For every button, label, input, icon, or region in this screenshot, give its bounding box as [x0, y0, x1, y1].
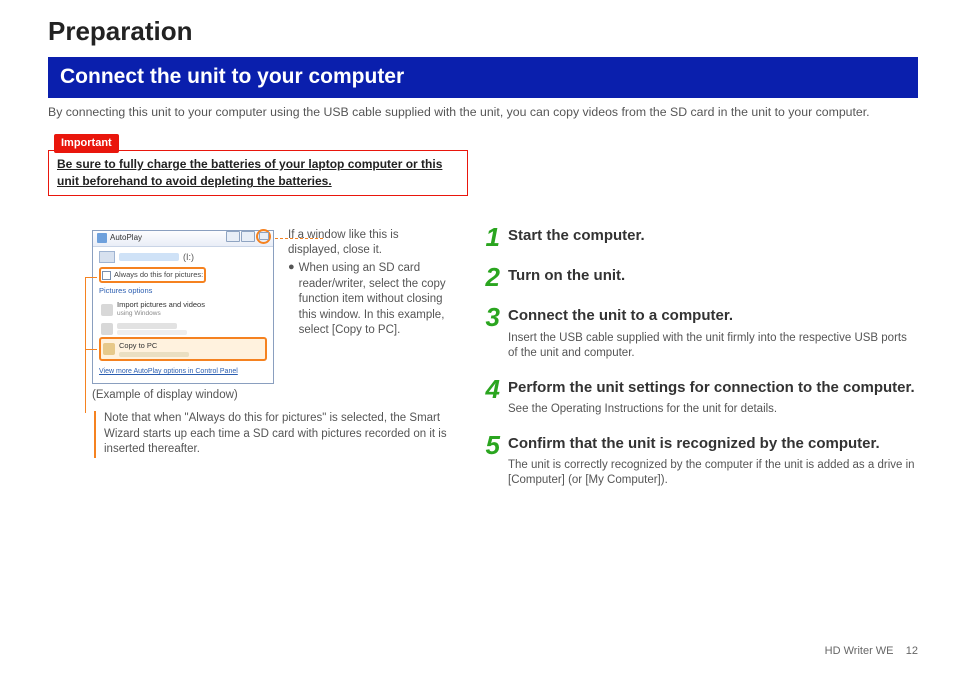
step-3: 3 Connect the unit to a computer. Insert… [478, 304, 918, 361]
step-1: 1 Start the computer. [478, 224, 918, 250]
step-number: 3 [478, 304, 500, 361]
example-caption: (Example of display window) [92, 388, 448, 404]
side-note-line1: If a window like this is displayed, clos… [288, 228, 448, 259]
option-blur-sub [117, 330, 187, 335]
autoplay-title: AutoPlay [110, 233, 142, 244]
step-desc: Insert the USB cable supplied with the u… [508, 331, 918, 362]
maximize-button [241, 231, 255, 242]
autoplay-titlebar: AutoPlay [93, 231, 273, 247]
option-blur-title [117, 323, 177, 329]
step-2: 2 Turn on the unit. [478, 264, 918, 290]
copy-icon [103, 343, 115, 355]
side-note-bullet: When using an SD card reader/writer, sel… [299, 261, 448, 339]
step-5: 5 Confirm that the unit is recognized by… [478, 432, 918, 489]
section-label: Pictures options [99, 286, 267, 296]
step-desc: See the Operating Instructions for the u… [508, 402, 918, 418]
steps-column: 1 Start the computer. 2 Turn on the unit… [478, 224, 918, 503]
step-title: Confirm that the unit is recognized by t… [508, 434, 918, 454]
drive-row: (I:) [99, 251, 267, 263]
import-icon [101, 304, 113, 316]
step-title: Perform the unit settings for connection… [508, 378, 918, 398]
left-column: AutoPlay [48, 224, 448, 503]
page-footer: HD Writer WE 12 [825, 644, 918, 659]
footer-product: HD Writer WE [825, 645, 894, 657]
autoplay-icon [97, 233, 107, 243]
step-desc: The unit is correctly recognized by the … [508, 458, 918, 489]
step-title: Turn on the unit. [508, 266, 918, 286]
step-number: 5 [478, 432, 500, 489]
option-copy-title: Copy to PC [119, 341, 189, 351]
drive-suffix: (I:) [183, 251, 194, 263]
step-number: 1 [478, 224, 500, 250]
close-icon [259, 232, 269, 240]
intro-text: By connecting this unit to your computer… [48, 104, 918, 121]
autoplay-footer-link: View more AutoPlay options in Control Pa… [99, 367, 267, 376]
always-checkbox-highlight: Always do this for pictures: [99, 267, 206, 283]
bullet-icon: ● [288, 261, 295, 339]
step-number: 2 [478, 264, 500, 290]
drive-icon [99, 251, 115, 263]
below-note: Note that when "Always do this for pictu… [94, 411, 448, 458]
checkbox-label: Always do this for pictures: [114, 270, 203, 280]
checkbox-icon [102, 271, 111, 280]
connector-left-v [85, 277, 86, 413]
side-note: If a window like this is displayed, clos… [288, 224, 448, 339]
option-copy-to-pc-highlight: Copy to PC [99, 337, 267, 361]
connector-close [275, 238, 323, 239]
section-banner: Connect the unit to your computer [48, 57, 918, 98]
footer-page: 12 [906, 645, 918, 657]
option-import-title: Import pictures and videos [117, 300, 205, 310]
step-number: 4 [478, 376, 500, 418]
close-button-highlight [256, 229, 271, 244]
minimize-button [226, 231, 240, 242]
important-tag: Important [54, 134, 119, 153]
option-copy-sub-blur [119, 352, 189, 357]
option-blurred [99, 321, 267, 337]
step-title: Connect the unit to a computer. [508, 306, 918, 326]
step-4: 4 Perform the unit settings for connecti… [478, 376, 918, 418]
page-title: Preparation [48, 14, 918, 49]
important-callout: Important Be sure to fully charge the ba… [48, 131, 918, 196]
step-title: Start the computer. [508, 226, 918, 246]
important-text: Be sure to fully charge the batteries of… [57, 157, 442, 189]
connector-left-h1 [85, 277, 97, 278]
important-box: Be sure to fully charge the batteries of… [48, 150, 468, 196]
autoplay-window: AutoPlay [92, 230, 274, 384]
option-import: Import pictures and videos using Windows [99, 298, 267, 321]
drive-label-blur [119, 253, 179, 261]
option-import-sub: using Windows [117, 310, 205, 319]
connector-left-h2 [85, 349, 97, 350]
option-icon [101, 323, 113, 335]
